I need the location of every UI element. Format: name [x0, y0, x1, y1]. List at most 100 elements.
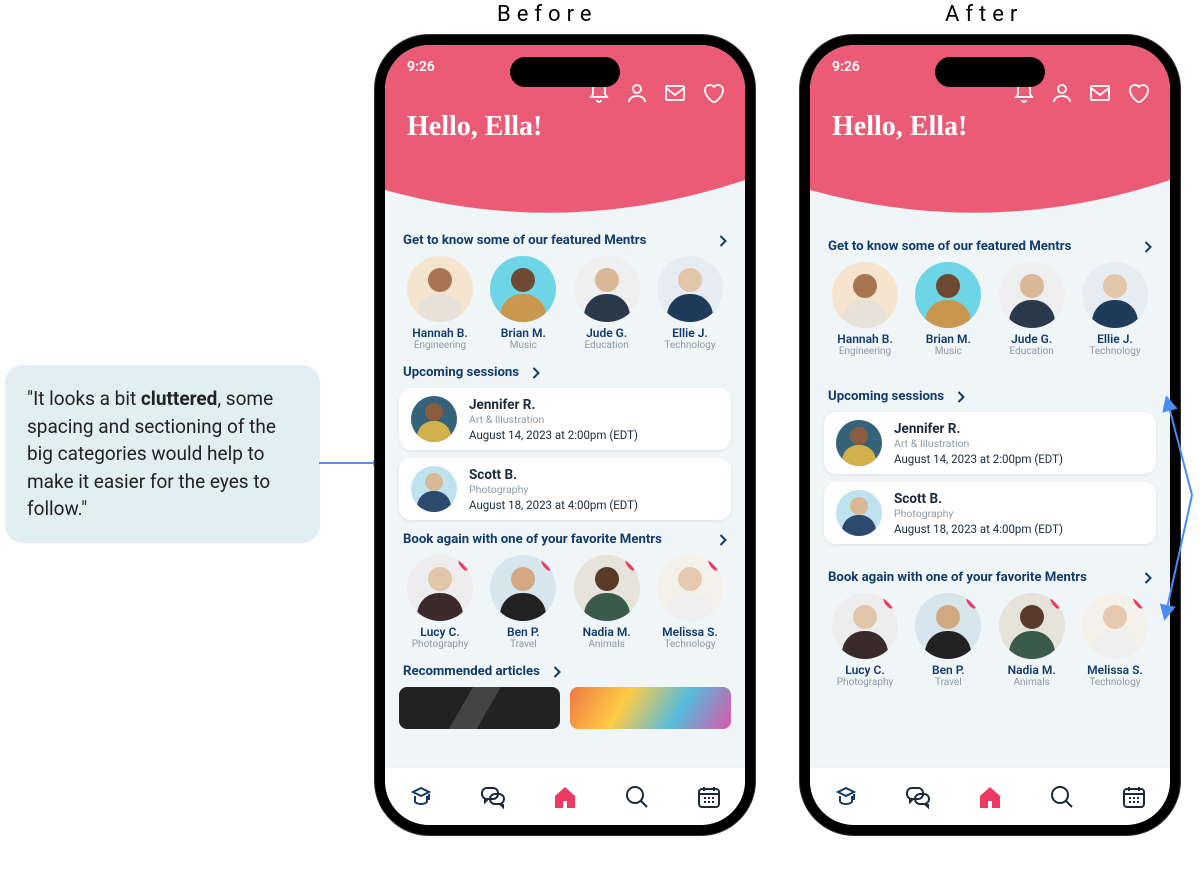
- favorite-heart-icon: [622, 555, 640, 573]
- mentor-field: Music: [510, 340, 537, 351]
- chevron-right-icon: [552, 666, 561, 678]
- mentor-item[interactable]: Ellie J. Technology: [651, 256, 729, 351]
- section-header-upcoming[interactable]: Upcoming sessions: [399, 361, 731, 388]
- mentor-name: Nadia M.: [1008, 663, 1056, 677]
- chevron-right-icon: [956, 391, 965, 403]
- section-header-recommended[interactable]: Recommended articles: [399, 660, 731, 687]
- chevron-right-icon: [1143, 572, 1152, 584]
- avatar: [574, 256, 640, 322]
- user-icon[interactable]: [625, 81, 649, 105]
- chevron-right-icon: [718, 235, 727, 247]
- mentor-item[interactable]: Brian M. Music: [909, 262, 987, 357]
- chevron-right-icon: [531, 367, 540, 379]
- section-header-featured[interactable]: Get to know some of our featured Mentrs: [824, 235, 1156, 262]
- mentor-name: Ellie J.: [672, 326, 708, 340]
- mentor-field: Photography: [412, 639, 469, 650]
- favorite-heart-icon: [1047, 593, 1065, 611]
- mentor-item[interactable]: Melissa S. Technology: [1076, 593, 1154, 688]
- section-title-featured: Get to know some of our featured Mentrs: [828, 239, 1071, 254]
- mentor-field: Photography: [837, 677, 894, 688]
- status-time: 9:26: [832, 59, 860, 75]
- mentor-field: Technology: [664, 340, 715, 351]
- nav-mentors-icon[interactable]: [832, 783, 860, 811]
- mail-icon[interactable]: [1088, 81, 1112, 105]
- avatar: [657, 256, 723, 322]
- mail-icon[interactable]: [663, 81, 687, 105]
- mentor-item[interactable]: Ben P. Travel: [484, 555, 562, 650]
- avatar: [836, 490, 882, 536]
- session-card[interactable]: Jennifer R. Art & Illustration August 14…: [824, 412, 1156, 474]
- section-title-featured: Get to know some of our featured Mentrs: [403, 233, 646, 248]
- nav-home-icon[interactable]: [976, 783, 1004, 811]
- section-header-book-again[interactable]: Book again with one of your favorite Men…: [824, 566, 1156, 593]
- section-title-upcoming: Upcoming sessions: [403, 365, 519, 380]
- mentor-item[interactable]: Ellie J. Technology: [1076, 262, 1154, 357]
- section-header-featured[interactable]: Get to know some of our featured Mentrs: [399, 229, 731, 256]
- label-after: After: [945, 2, 1023, 27]
- nav-home-icon[interactable]: [551, 783, 579, 811]
- mentor-field: Education: [584, 340, 628, 351]
- feedback-callout: "It looks a bit cluttered, some spacing …: [5, 365, 320, 543]
- mentor-item[interactable]: Nadia M. Animals: [993, 593, 1071, 688]
- nav-chat-icon[interactable]: [479, 783, 507, 811]
- sessions-list: Jennifer R. Art & Illustration August 14…: [399, 388, 731, 520]
- favorite-heart-icon: [880, 593, 898, 611]
- session-name: Jennifer R.: [894, 421, 1063, 437]
- featured-mentors-row[interactable]: Hannah B. Engineering Brian M. Music Jud…: [399, 256, 731, 357]
- sessions-list: Jennifer R. Art & Illustration August 14…: [824, 412, 1156, 544]
- nav-calendar-icon[interactable]: [1120, 783, 1148, 811]
- mentor-item[interactable]: Lucy C. Photography: [826, 593, 904, 688]
- session-card[interactable]: Jennifer R. Art & Illustration August 14…: [399, 388, 731, 450]
- article-thumb[interactable]: [570, 687, 731, 729]
- heart-icon[interactable]: [1126, 81, 1150, 105]
- session-name: Scott B.: [469, 467, 638, 483]
- label-before: Before: [497, 2, 598, 27]
- section-header-book-again[interactable]: Book again with one of your favorite Men…: [399, 528, 731, 555]
- favorite-mentors-row[interactable]: Lucy C. Photography Ben P. Travel Nadia …: [824, 593, 1156, 694]
- mentor-item[interactable]: Jude G. Education: [993, 262, 1071, 357]
- session-field: Photography: [469, 483, 638, 496]
- mentor-item[interactable]: Hannah B. Engineering: [401, 256, 479, 351]
- session-time: August 18, 2023 at 4:00pm (EDT): [469, 498, 638, 512]
- section-header-upcoming[interactable]: Upcoming sessions: [824, 385, 1156, 412]
- mentor-item[interactable]: Nadia M. Animals: [568, 555, 646, 650]
- favorite-heart-icon: [963, 593, 981, 611]
- mentor-item[interactable]: Brian M. Music: [484, 256, 562, 351]
- mentor-field: Education: [1009, 346, 1053, 357]
- avatar: [411, 396, 457, 442]
- avatar: [407, 256, 473, 322]
- session-card[interactable]: Scott B. Photography August 18, 2023 at …: [824, 482, 1156, 544]
- articles-row[interactable]: [399, 687, 731, 729]
- avatar: [490, 256, 556, 322]
- nav-mentors-icon[interactable]: [407, 783, 435, 811]
- section-title-book-again: Book again with one of your favorite Men…: [828, 570, 1087, 585]
- mentor-name: Hannah B.: [412, 326, 468, 340]
- mentor-name: Ben P.: [507, 625, 540, 639]
- mentor-name: Melissa S.: [662, 625, 718, 639]
- article-thumb[interactable]: [399, 687, 560, 729]
- heart-icon[interactable]: [701, 81, 725, 105]
- session-time: August 18, 2023 at 4:00pm (EDT): [894, 522, 1063, 536]
- mentor-item[interactable]: Jude G. Education: [568, 256, 646, 351]
- avatar: [411, 466, 457, 512]
- nav-search-icon[interactable]: [623, 783, 651, 811]
- nav-calendar-icon[interactable]: [695, 783, 723, 811]
- chevron-right-icon: [1143, 241, 1152, 253]
- session-card[interactable]: Scott B. Photography August 18, 2023 at …: [399, 458, 731, 520]
- mentor-item[interactable]: Hannah B. Engineering: [826, 262, 904, 357]
- favorite-mentors-row[interactable]: Lucy C. Photography Ben P. Travel Nadia …: [399, 555, 731, 656]
- mentor-name: Brian M.: [926, 332, 971, 346]
- nav-chat-icon[interactable]: [904, 783, 932, 811]
- user-icon[interactable]: [1050, 81, 1074, 105]
- mentor-name: Ellie J.: [1097, 332, 1133, 346]
- mentor-item[interactable]: Melissa S. Technology: [651, 555, 729, 650]
- mentor-field: Engineering: [414, 340, 466, 351]
- mentor-name: Brian M.: [501, 326, 546, 340]
- favorite-heart-icon: [455, 555, 473, 573]
- mentor-field: Technology: [1089, 346, 1140, 357]
- section-title-upcoming: Upcoming sessions: [828, 389, 944, 404]
- mentor-item[interactable]: Lucy C. Photography: [401, 555, 479, 650]
- mentor-item[interactable]: Ben P. Travel: [909, 593, 987, 688]
- featured-mentors-row[interactable]: Hannah B. Engineering Brian M. Music Jud…: [824, 262, 1156, 363]
- nav-search-icon[interactable]: [1048, 783, 1076, 811]
